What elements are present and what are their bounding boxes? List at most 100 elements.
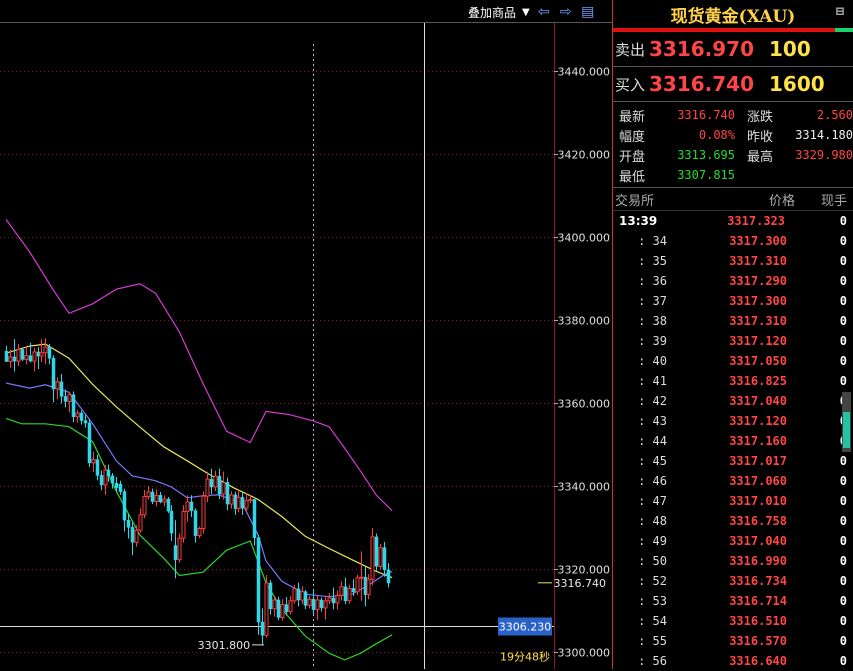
candle-body-up bbox=[177, 537, 182, 561]
candle-body-up bbox=[55, 381, 60, 390]
tick-time: : 55 bbox=[638, 634, 667, 648]
y-tick-label: 3400.000 bbox=[558, 232, 611, 245]
tick-qty: 0 bbox=[839, 494, 847, 508]
tick-row[interactable]: : 35 3317.310 0 bbox=[613, 251, 853, 271]
candle-body-up bbox=[347, 587, 352, 602]
tick-time: : 35 bbox=[638, 254, 667, 268]
tick-row[interactable]: : 56 3316.640 0 bbox=[613, 651, 853, 671]
forward-arrow-icon[interactable]: ⇨ bbox=[558, 5, 574, 19]
candle-body-down bbox=[189, 501, 194, 511]
tick-row[interactable]: : 53 3316.714 0 bbox=[613, 591, 853, 611]
candle-body-down bbox=[79, 412, 84, 421]
tick-row[interactable]: : 48 3316.758 0 bbox=[613, 511, 853, 531]
candle-body-down bbox=[95, 459, 100, 476]
layout-icon[interactable]: ▤ bbox=[580, 5, 596, 19]
tick-row[interactable]: : 34 3317.300 0 bbox=[613, 231, 853, 251]
tick-time: : 45 bbox=[638, 454, 667, 468]
tick-time: : 52 bbox=[638, 574, 667, 588]
tick-time: : 42 bbox=[638, 394, 667, 408]
tick-time: : 44 bbox=[638, 434, 667, 448]
candle-body-down bbox=[331, 597, 336, 604]
scrollbar-thumb[interactable] bbox=[843, 412, 850, 448]
bar-countdown-label: 19分48秒 bbox=[500, 649, 550, 663]
candle-body-up bbox=[8, 356, 13, 363]
tick-row[interactable]: : 49 3317.040 0 bbox=[613, 531, 853, 551]
tick-scrollbar[interactable] bbox=[842, 392, 851, 452]
candle-body-up bbox=[236, 496, 241, 510]
stat-label: 昨收 bbox=[747, 129, 774, 145]
tick-row[interactable]: : 37 3317.300 0 bbox=[613, 291, 853, 311]
back-arrow-icon[interactable]: ⇦ bbox=[536, 5, 552, 19]
candle-body-down bbox=[284, 604, 289, 612]
overlay-button[interactable]: 叠加商品 bbox=[468, 4, 516, 21]
candle-body-up bbox=[162, 498, 167, 503]
tick-row[interactable]: : 52 3316.734 0 bbox=[613, 571, 853, 591]
instrument-name: 现货黄金(XAU) bbox=[670, 6, 796, 27]
tick-row[interactable]: : 46 3317.060 0 bbox=[613, 471, 853, 491]
candle-body-up bbox=[292, 588, 297, 602]
tick-price: 3317.060 bbox=[729, 474, 787, 488]
overlay-dropdown-icon[interactable]: ▼ bbox=[522, 7, 530, 18]
candle-body-down bbox=[87, 422, 92, 464]
tick-qty: 0 bbox=[839, 614, 847, 628]
tick-qty: 0 bbox=[839, 474, 847, 488]
tick-price: 3316.510 bbox=[729, 614, 787, 628]
tick-qty: 0 bbox=[839, 454, 847, 468]
candle-body-up bbox=[327, 597, 332, 602]
buy-price: 3316.740 bbox=[649, 72, 755, 96]
tick-qty: 0 bbox=[839, 314, 847, 328]
tick-qty: 0 bbox=[839, 574, 847, 588]
tick-qty: 0 bbox=[839, 654, 847, 668]
tick-row[interactable]: : 433317.1200 bbox=[613, 411, 853, 431]
candlestick-chart[interactable]: 3300.000 3320.000 3340.000 3360.000 3380.000… bbox=[0, 0, 612, 669]
tick-row[interactable]: : 50 3316.990 0 bbox=[613, 551, 853, 571]
candle-body-up bbox=[315, 599, 320, 611]
stat-row: 开盘 3313.695 最高 3329.980 bbox=[613, 145, 853, 165]
tick-price: 3317.120 bbox=[729, 334, 787, 348]
tick-price: 3317.300 bbox=[729, 234, 787, 248]
y-tick-label: 3300.000 bbox=[558, 647, 611, 660]
tick-row[interactable]: : 423317.0400 bbox=[613, 391, 853, 411]
tick-price: 3316.758 bbox=[729, 514, 787, 528]
candle-body-down bbox=[382, 547, 387, 570]
tick-row[interactable]: : 38 3317.310 0 bbox=[613, 311, 853, 331]
candle-body-up bbox=[264, 582, 269, 636]
candle-body-up bbox=[221, 481, 226, 495]
y-tick-label: 3320.000 bbox=[558, 564, 611, 577]
tick-row[interactable]: : 55 3316.570 0 bbox=[613, 631, 853, 651]
candle-body-up bbox=[229, 494, 234, 505]
tick-row[interactable]: : 41 3316.825 0 bbox=[613, 371, 853, 391]
candle-body-up bbox=[32, 351, 37, 362]
tick-list[interactable]: 13:39 3317.323 0: 34 3317.300 0: 35 3317.310 0… bbox=[613, 211, 853, 671]
candle-body-down bbox=[268, 582, 273, 609]
header-price: 价格 bbox=[768, 193, 795, 209]
tick-price: 3317.050 bbox=[729, 354, 787, 368]
panel-menu-icon[interactable]: ⊟ bbox=[835, 4, 845, 18]
candle-body-down bbox=[63, 396, 68, 402]
stat-label: 最新 bbox=[619, 109, 646, 125]
candle-body-up bbox=[154, 494, 159, 503]
candle-body-up bbox=[181, 511, 186, 539]
y-tick-label: 3360.000 bbox=[558, 398, 611, 411]
tick-row[interactable]: : 443317.1600 bbox=[613, 431, 853, 451]
tick-row[interactable]: : 39 3317.120 0 bbox=[613, 331, 853, 351]
tick-row[interactable]: : 45 3317.017 0 bbox=[613, 451, 853, 471]
candle-body-up bbox=[142, 496, 147, 516]
tick-time: : 53 bbox=[638, 594, 667, 608]
candle-body-down bbox=[166, 498, 171, 512]
tick-row[interactable]: : 40 3317.050 0 bbox=[613, 351, 853, 371]
stats-block: 最新 3316.740 涨跌 2.560 幅度 0.08% 昨收 3314.180 开盘 3313… bbox=[613, 102, 853, 188]
chart-svg[interactable]: 3300.000 3320.000 3340.000 3360.000 3380.000… bbox=[0, 0, 612, 669]
tick-row[interactable]: : 54 3316.510 0 bbox=[613, 611, 853, 631]
buy-quote-row: 买入 3316.740 1600 bbox=[613, 67, 853, 102]
tick-price: 3316.640 bbox=[729, 654, 787, 668]
candle-body-up bbox=[146, 491, 151, 498]
tick-row[interactable]: : 36 3317.290 0 bbox=[613, 271, 853, 291]
tick-qty: 0 bbox=[839, 234, 847, 248]
stat-label: 最高 bbox=[747, 149, 774, 165]
moving-average-fast-line bbox=[5, 382, 393, 598]
tick-price: 3317.310 bbox=[729, 254, 787, 268]
tick-row[interactable]: 13:39 3317.323 0 bbox=[613, 211, 853, 231]
buy-sell-ratio-bar bbox=[613, 28, 853, 32]
tick-row[interactable]: : 47 3317.010 0 bbox=[613, 491, 853, 511]
